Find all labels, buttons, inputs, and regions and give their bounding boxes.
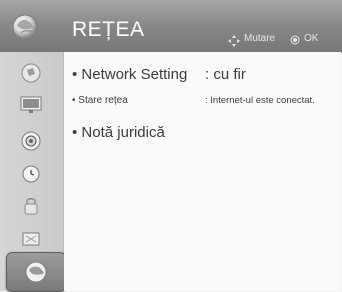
ok-button-icon (290, 35, 300, 45)
ok-hint-label: OK (304, 33, 319, 44)
sidebar-item-audio[interactable] (6, 128, 56, 154)
speaker-icon (21, 131, 41, 151)
picture-icon (21, 63, 41, 83)
menu-header: REȚEA Mutare OK (0, 0, 342, 53)
tv-icon (20, 96, 42, 113)
network-menu-window: REȚEA Mutare OK • Network Setting: cu f… (0, 0, 342, 292)
network-setting-item[interactable]: • Network Setting (72, 66, 187, 83)
sidebar-item-network[interactable] (6, 252, 66, 292)
legal-note-item[interactable]: • Notă juridică (72, 124, 165, 141)
network-status-value: : Internet-ul este conectat. (205, 95, 315, 106)
network-menu-content: • Network Setting : cu fir • Stare rețea… (64, 52, 341, 291)
network-status-label: • Stare rețea (72, 95, 128, 106)
clock-icon (22, 165, 40, 183)
sidebar-item-picture[interactable] (6, 60, 56, 86)
move-hint-label: Mutare (244, 33, 276, 44)
network-setting-label: • Network Setting (72, 66, 188, 83)
network-globe-icon (12, 14, 38, 40)
sidebar-item-tv[interactable] (6, 92, 56, 118)
network-globe-icon (25, 261, 47, 283)
category-sidebar (0, 52, 66, 292)
sidebar-item-time[interactable] (6, 161, 56, 187)
sidebar-item-option[interactable] (6, 226, 56, 252)
option-icon (22, 232, 40, 246)
move-arrows-icon (228, 35, 240, 47)
sidebar-item-lock[interactable] (6, 193, 56, 219)
page-title: REȚEA (72, 18, 145, 41)
legal-note-label: • Notă juridică (72, 124, 165, 141)
network-status-item[interactable]: • Stare rețea (72, 95, 128, 106)
lock-icon (24, 198, 38, 215)
network-setting-value: : cu fir (205, 66, 246, 83)
